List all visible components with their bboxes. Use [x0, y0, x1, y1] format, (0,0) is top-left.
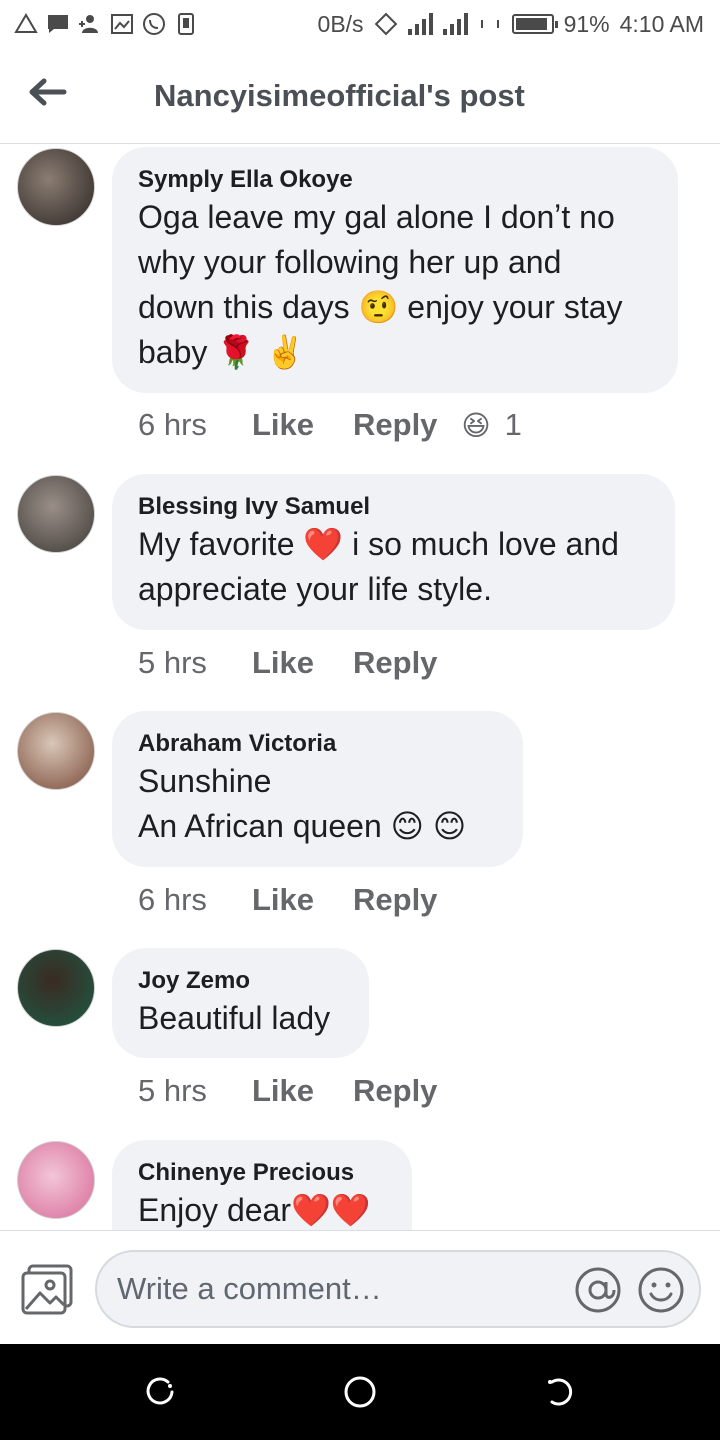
comment-bubble: Joy Zemo Beautiful lady: [112, 948, 369, 1058]
back-button[interactable]: [26, 74, 70, 110]
avatar[interactable]: [17, 475, 95, 553]
comment-composer: [0, 1230, 720, 1344]
notification-icons: [14, 12, 198, 36]
add-person-icon: [78, 12, 102, 36]
avatar[interactable]: [17, 949, 95, 1027]
comment-author[interactable]: Symply Ella Okoye: [138, 165, 652, 195]
signal-icon: [442, 13, 468, 35]
system-nav-bar: [0, 1344, 720, 1440]
laughing-reaction-icon: 😆: [461, 409, 491, 441]
avatar[interactable]: [17, 1141, 95, 1219]
comment-text: Oga leave my gal alone I donʼt no why yo…: [138, 199, 623, 370]
reply-button[interactable]: Reply: [353, 882, 437, 918]
comment-time: 5 hrs: [138, 645, 207, 680]
reply-button[interactable]: Reply: [353, 1073, 437, 1109]
vibrate-icon: [478, 12, 502, 36]
comment-author[interactable]: Abraham Victoria: [138, 729, 497, 759]
comment-bubble: Blessing Ivy Samuel My favorite ❤️ i so …: [112, 474, 675, 630]
image-icon: [110, 12, 134, 36]
page-title: Nancyisimeofficial's post: [154, 78, 525, 113]
comment-time: 5 hrs: [138, 1073, 207, 1108]
battery-icon: [511, 14, 558, 34]
recent-apps-icon: [146, 1377, 174, 1405]
net-speed: 0B/s: [317, 10, 364, 37]
comment-bubble: Symply Ella Okoye Oga leave my gal alone…: [112, 147, 678, 393]
at-sign-icon: [575, 1267, 621, 1313]
status-indicators: 0B/s 91% 4:10 AM: [318, 11, 704, 38]
comment-actions: 6 hrs Like Reply 😆 1: [138, 407, 522, 443]
like-button[interactable]: Like: [252, 645, 353, 681]
reaction-summary[interactable]: 😆 1: [461, 407, 521, 443]
comment-time: 6 hrs: [138, 882, 207, 917]
comment-time: 6 hrs: [138, 407, 207, 442]
recent-apps-button[interactable]: [142, 1374, 178, 1410]
comment-text: Enjoy dear❤️❤️: [138, 1192, 371, 1228]
avatar[interactable]: [17, 148, 95, 226]
photo-button[interactable]: [20, 1263, 74, 1315]
status-bar: 0B/s 91% 4:10 AM: [0, 0, 720, 48]
comment-text: Sunshine An African queen 😊 😊: [138, 763, 467, 844]
like-button[interactable]: Like: [252, 882, 353, 918]
photo-icon: [21, 1264, 73, 1315]
message-icon: [46, 12, 70, 36]
comment-author[interactable]: Blessing Ivy Samuel: [138, 492, 649, 522]
comment-actions: 6 hrs Like Reply: [138, 882, 437, 918]
comment-text: My favorite ❤️ i so much love and apprec…: [138, 526, 619, 607]
emoji-button[interactable]: [637, 1266, 685, 1314]
comment-actions: 5 hrs Like Reply: [138, 1073, 437, 1109]
comment-actions: 5 hrs Like Reply: [138, 645, 437, 681]
whatsapp-icon: [142, 12, 166, 36]
like-button[interactable]: Like: [252, 407, 353, 443]
smiley-icon: [638, 1267, 684, 1313]
rotate-icon: [374, 12, 398, 36]
back-nav-button[interactable]: [542, 1374, 578, 1410]
comment-bubble: Chinenye Precious Enjoy dear❤️❤️: [112, 1140, 412, 1230]
comment-bubble: Abraham Victoria Sunshine An African que…: [112, 711, 523, 867]
home-button[interactable]: [342, 1374, 378, 1410]
mention-button[interactable]: [574, 1266, 622, 1314]
reply-button[interactable]: Reply: [353, 645, 437, 681]
battery-percent: 91%: [563, 10, 610, 37]
sim-icon: [174, 12, 198, 36]
back-icon: [548, 1378, 573, 1406]
avatar[interactable]: [17, 712, 95, 790]
clock: 4:10 AM: [619, 10, 704, 37]
comment-author[interactable]: Chinenye Precious: [138, 1158, 386, 1188]
arrow-left-icon: [29, 78, 67, 106]
header: Nancyisimeofficial's post: [0, 48, 720, 144]
reply-button[interactable]: Reply: [353, 407, 437, 443]
comment-input[interactable]: [117, 1266, 557, 1312]
comment-list[interactable]: Symply Ella Okoye Oga leave my gal alone…: [0, 145, 720, 1230]
comment-text: Beautiful lady: [138, 1000, 331, 1036]
like-button[interactable]: Like: [252, 1073, 353, 1109]
home-icon: [344, 1376, 376, 1408]
warning-icon: [14, 12, 38, 36]
comment-input-box[interactable]: [95, 1250, 701, 1328]
reaction-count: 1: [504, 407, 522, 442]
comment-author[interactable]: Joy Zemo: [138, 966, 343, 996]
signal-icon: [407, 13, 433, 35]
